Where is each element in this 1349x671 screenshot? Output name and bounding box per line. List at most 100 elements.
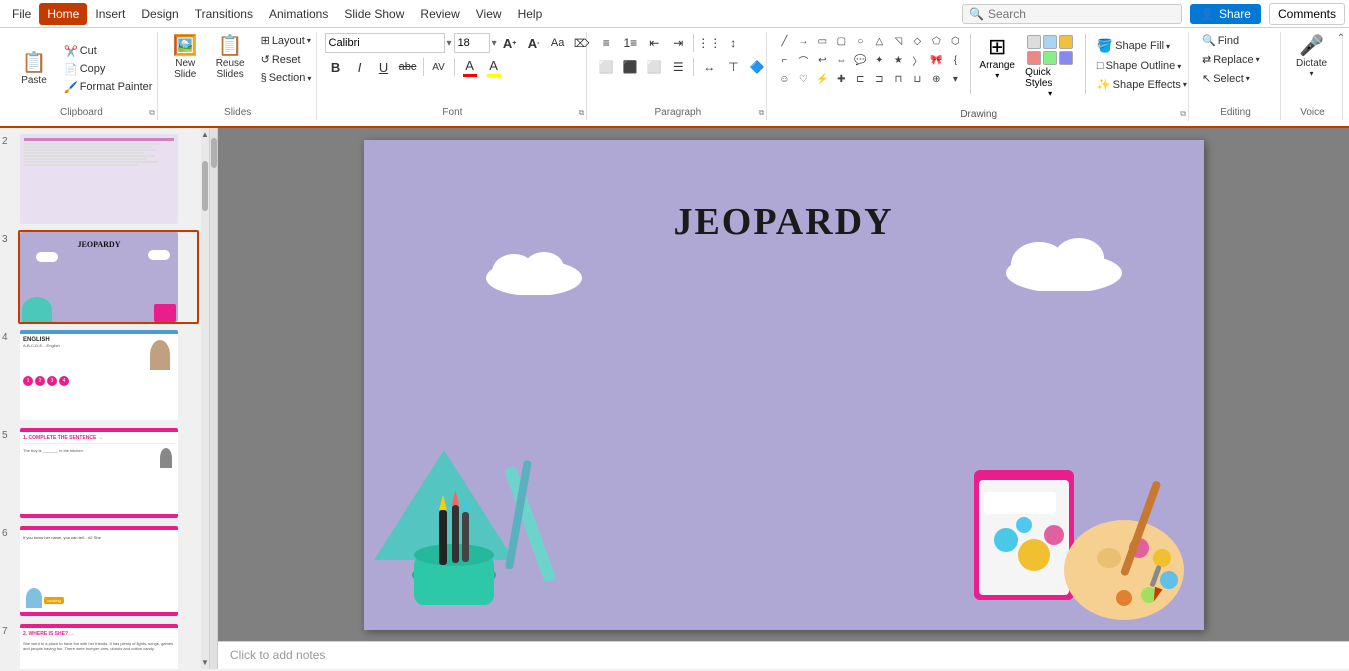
menu-review[interactable]: Review <box>412 3 467 25</box>
font-shrink-button[interactable]: A- <box>523 32 545 54</box>
dictate-button[interactable]: 🎤 Dictate ▾ <box>1289 32 1334 82</box>
font-grow-button[interactable]: A+ <box>499 32 521 54</box>
shape-effects-button[interactable]: ✨ Shape Effects ▾ <box>1092 76 1192 93</box>
reuse-slides-button[interactable]: 📋 Reuse Slides <box>209 32 252 84</box>
main-slide[interactable]: JEOPARDY <box>364 140 1204 630</box>
align-left-button[interactable]: ⬜ <box>595 56 617 78</box>
align-text-button[interactable]: ⊤ <box>722 56 744 78</box>
slide-thumb-5[interactable]: 5 1. COMPLETE THE SENTENCE → The boy is … <box>2 426 199 520</box>
shape-curve[interactable]: ⌒ <box>794 51 812 69</box>
paste-button[interactable]: 📋 Paste <box>12 49 56 90</box>
shape-rect[interactable]: ▭ <box>813 32 831 50</box>
search-input[interactable] <box>988 7 1168 21</box>
shape-double-arrow[interactable]: ⇔ <box>832 51 850 69</box>
replace-button[interactable]: ⇄ Replace ▾ <box>1197 51 1265 68</box>
shape-star5[interactable]: ★ <box>889 51 907 69</box>
shape-more5[interactable]: ⊕ <box>927 70 945 88</box>
menu-transitions[interactable]: Transitions <box>187 3 261 25</box>
scroll-thumb[interactable] <box>202 161 208 211</box>
bold-button[interactable]: B <box>325 56 347 78</box>
align-right-button[interactable]: ⬜ <box>643 56 665 78</box>
slide-thumb-6[interactable]: 6 If you know her name, you can tell... … <box>2 524 199 618</box>
shapes-more-button[interactable]: ▾ <box>946 70 964 88</box>
slide-thumb-7[interactable]: 7 2. WHERE IS SHE? → She went to a place… <box>2 622 199 669</box>
menu-home[interactable]: Home <box>39 3 87 25</box>
shape-triangle[interactable]: △ <box>870 32 888 50</box>
slide-thumb-2[interactable]: 2 <box>2 132 199 226</box>
decrease-indent-button[interactable]: ⇤ <box>643 32 665 54</box>
slides-scrollbar[interactable]: ▲ ▼ <box>201 128 209 669</box>
shape-plus[interactable]: ✚ <box>832 70 850 88</box>
copy-button[interactable]: 📄 Copy <box>59 61 157 78</box>
menu-view[interactable]: View <box>468 3 510 25</box>
shape-more3[interactable]: ⊓ <box>889 70 907 88</box>
drawing-expand-icon[interactable]: ⧉ <box>1180 109 1186 119</box>
slide-img-7[interactable]: 2. WHERE IS SHE? → She went to a place t… <box>18 622 199 669</box>
shape-heart[interactable]: ♡ <box>794 70 812 88</box>
comments-button[interactable]: Comments <box>1269 3 1345 25</box>
font-size-dropdown-icon[interactable]: ▾ <box>492 38 497 49</box>
text-direction-button[interactable]: ↔ <box>698 56 720 78</box>
cut-button[interactable]: ✂️ Cut <box>59 43 157 60</box>
share-button[interactable]: 👤 Share <box>1190 4 1261 24</box>
menu-slideshow[interactable]: Slide Show <box>336 3 412 25</box>
shape-rounded-rect[interactable]: ▢ <box>832 32 850 50</box>
reset-button[interactable]: ↺ Reset <box>256 51 317 68</box>
strikethrough-button[interactable]: abc <box>397 56 419 78</box>
italic-button[interactable]: I <box>349 56 371 78</box>
menu-animations[interactable]: Animations <box>261 3 336 25</box>
shape-star4[interactable]: ✦ <box>870 51 888 69</box>
layout-button[interactable]: ⊞ Layout ▾ <box>256 32 317 49</box>
shape-more2[interactable]: ⊐ <box>870 70 888 88</box>
arrange-button[interactable]: ⊞ Arrange ▾ <box>977 32 1017 102</box>
shape-more1[interactable]: ⊏ <box>851 70 869 88</box>
shape-L[interactable]: ⌐ <box>775 51 793 69</box>
numbering-button[interactable]: 1≡ <box>619 32 641 54</box>
font-color-button[interactable]: A <box>459 56 481 78</box>
shape-line[interactable]: ╱ <box>775 32 793 50</box>
shape-callout[interactable]: 💬 <box>851 51 869 69</box>
menu-help[interactable]: Help <box>510 3 551 25</box>
align-center-button[interactable]: ⬛ <box>619 56 641 78</box>
shape-pentagon[interactable]: ⬠ <box>927 32 945 50</box>
font-expand-icon[interactable]: ⧉ <box>579 108 585 118</box>
increase-indent-button[interactable]: ⇥ <box>667 32 689 54</box>
shape-hexagon[interactable]: ⬡ <box>946 32 964 50</box>
slide-img-5[interactable]: 1. COMPLETE THE SENTENCE → The boy is __… <box>18 426 199 520</box>
columns-button[interactable]: ⋮⋮ <box>698 32 720 54</box>
select-button[interactable]: ↖ Select ▾ <box>1197 70 1255 87</box>
scroll-up-arrow[interactable]: ▲ <box>201 128 209 141</box>
menu-insert[interactable]: Insert <box>87 3 133 25</box>
shape-outline-button[interactable]: □ Shape Outline ▾ <box>1092 58 1192 74</box>
para-spacing-button[interactable]: ↕ <box>722 32 744 54</box>
ribbon-collapse-button[interactable]: ⌃ <box>1337 30 1345 44</box>
paragraph-expand-icon[interactable]: ⧉ <box>759 108 765 118</box>
find-button[interactable]: 🔍 Find <box>1197 32 1244 49</box>
main-slide-title[interactable]: JEOPARDY <box>673 200 893 244</box>
justify-button[interactable]: ☰ <box>667 56 689 78</box>
slide-img-6[interactable]: If you know her name, you can tell... #2… <box>18 524 199 618</box>
bullets-button[interactable]: ≡ <box>595 32 617 54</box>
smartart-button[interactable]: 🔷 <box>746 56 768 78</box>
change-case-button[interactable]: Aa <box>547 32 569 54</box>
section-button[interactable]: § Section ▾ <box>256 70 317 86</box>
slide-thumb-4[interactable]: 4 ENGLISH A-B-C-D-E... English <box>2 328 199 422</box>
new-slide-button[interactable]: 🖼️ New Slide <box>166 32 205 84</box>
slide-img-3[interactable]: JEOPARDY <box>18 230 199 324</box>
menu-file[interactable]: File <box>4 3 39 25</box>
shape-ribbon[interactable]: 🎀 <box>927 51 945 69</box>
underline-button[interactable]: U <box>373 56 395 78</box>
font-name-input[interactable] <box>325 33 445 53</box>
shape-lightning[interactable]: ⚡ <box>813 70 831 88</box>
slide-img-2[interactable] <box>18 132 199 226</box>
font-spacing-button[interactable]: AV <box>428 56 450 78</box>
shape-oval[interactable]: ○ <box>851 32 869 50</box>
shape-fill-button[interactable]: 🪣 Shape Fill ▾ <box>1092 36 1192 56</box>
notes-area[interactable]: Click to add notes <box>218 641 1349 669</box>
slide-thumb-3[interactable]: 3 JEOPARDY <box>2 230 199 324</box>
font-size-input[interactable] <box>454 33 490 53</box>
slide-img-4[interactable]: ENGLISH A-B-C-D-E... English 1 2 3 4 <box>18 328 199 422</box>
highlight-color-button[interactable]: A <box>483 56 505 78</box>
shape-brace[interactable]: { <box>946 51 964 69</box>
clipboard-expand-icon[interactable]: ⧉ <box>149 108 155 118</box>
